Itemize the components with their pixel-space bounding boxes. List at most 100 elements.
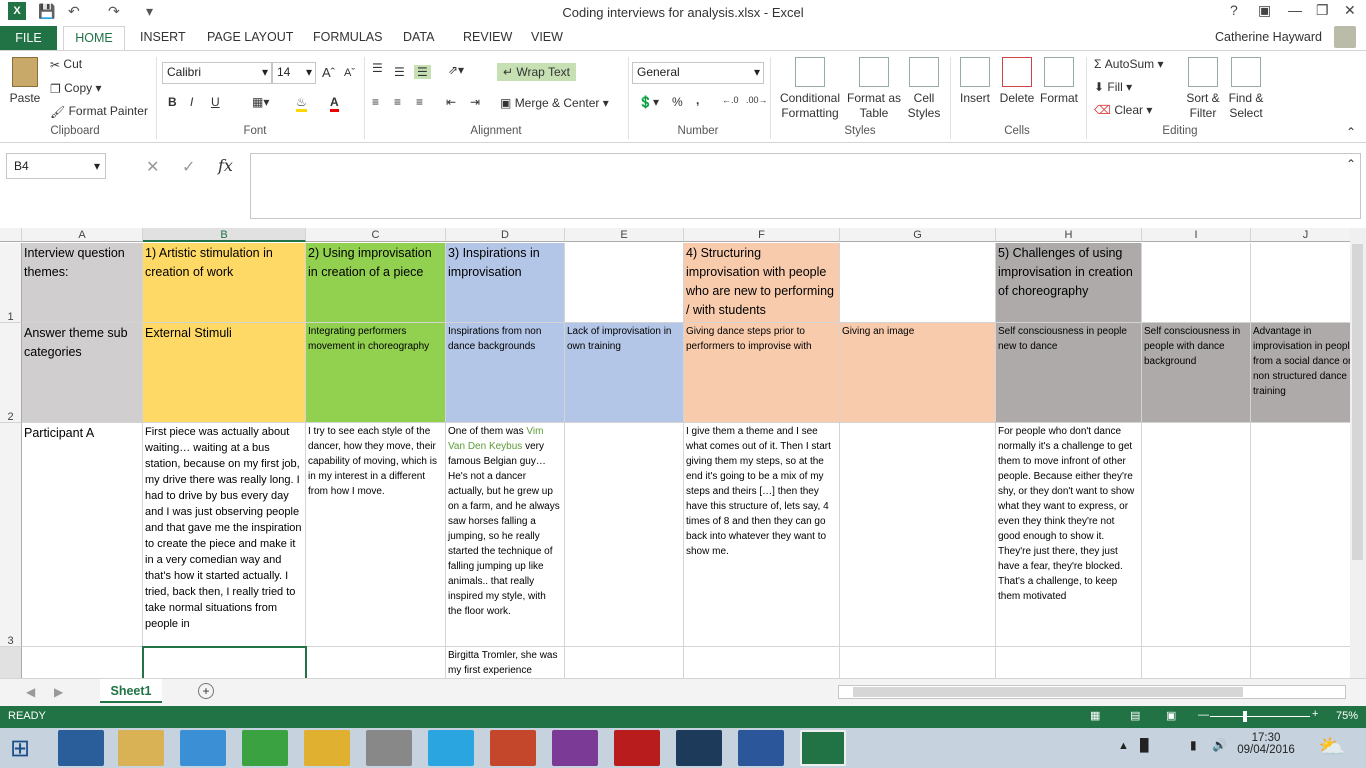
tab-view[interactable]: VIEW [531, 30, 563, 44]
cell-j2[interactable]: Advantage in improvisation in people fro… [1251, 323, 1350, 423]
tab-page-layout[interactable]: PAGE LAYOUT [207, 30, 293, 44]
normal-view-icon[interactable]: ▦ [1090, 709, 1100, 722]
bold-button[interactable]: B [168, 95, 177, 109]
movie-maker-icon[interactable] [676, 730, 722, 766]
user-name[interactable]: Catherine Hayward [1215, 30, 1322, 44]
signal-icon[interactable]: ▮ [1190, 738, 1197, 752]
cell-f1[interactable]: 4) Structuring improvisation with people… [684, 243, 840, 323]
cell-d3[interactable]: One of them was Vim Van Den Keybus very … [446, 423, 565, 647]
chrome-icon[interactable] [304, 730, 350, 766]
increase-indent-icon[interactable]: ⇥ [470, 95, 480, 109]
help-icon[interactable]: ? [1230, 2, 1238, 18]
row-header[interactable]: 2 [0, 323, 22, 423]
fill-color-icon[interactable]: ♨ [296, 95, 307, 112]
cell-f4[interactable] [684, 647, 840, 678]
tab-review[interactable]: REVIEW [463, 30, 512, 44]
tab-data[interactable]: DATA [403, 30, 434, 44]
column-header[interactable]: H [996, 228, 1142, 242]
increase-decimal-icon[interactable]: ←.0 [722, 95, 739, 105]
tab-home[interactable]: HOME [63, 26, 125, 51]
zoom-level[interactable]: 75% [1336, 710, 1358, 722]
horizontal-scrollbar[interactable] [838, 685, 1346, 699]
column-header[interactable]: A [22, 228, 143, 242]
clear-button[interactable]: ⌫ Clear ▾ [1094, 103, 1152, 117]
font-size-select[interactable]: 14 ▾ [272, 62, 316, 84]
scroll-thumb[interactable] [853, 687, 1243, 697]
cell-e4[interactable] [565, 647, 684, 678]
cell-i4[interactable] [1142, 647, 1251, 678]
restore-icon[interactable]: ❐ [1316, 2, 1329, 19]
orientation-icon[interactable]: ⇗▾ [448, 63, 464, 77]
shrink-font-icon[interactable]: Aˇ [344, 67, 355, 79]
cell-a1[interactable]: Interview question themes: [22, 243, 143, 323]
cell-h1[interactable]: 5) Challenges of using improvisation in … [996, 243, 1142, 323]
cell-g2[interactable]: Giving an image [840, 323, 996, 423]
scroll-thumb[interactable] [1352, 244, 1363, 560]
lenovo-icon[interactable] [58, 730, 104, 766]
cell-b1[interactable]: 1) Artistic stimulation in creation of w… [143, 243, 306, 323]
cell-e1[interactable] [565, 243, 684, 323]
weather-icon[interactable]: ⛅ [1318, 734, 1345, 760]
tab-file[interactable]: FILE [0, 26, 57, 50]
zoom-out-icon[interactable]: — [1198, 709, 1209, 721]
close-icon[interactable]: ✕ [1344, 2, 1356, 19]
font-name-select[interactable]: Calibri ▾ [162, 62, 272, 84]
network-icon[interactable]: █ [1140, 738, 1149, 752]
tab-formulas[interactable]: FORMULAS [313, 30, 382, 44]
cell-g4[interactable] [840, 647, 996, 678]
next-sheet-icon[interactable]: ▶ [54, 685, 63, 699]
cell-i1[interactable] [1142, 243, 1251, 323]
column-header[interactable]: G [840, 228, 996, 242]
cell-b2[interactable]: External Stimuli [143, 323, 306, 423]
find-select-button[interactable]: Find & Select [1224, 57, 1268, 121]
column-header[interactable]: B [143, 228, 306, 242]
confirm-entry-icon[interactable]: ✓ [182, 157, 195, 177]
column-header[interactable]: F [684, 228, 840, 242]
decrease-decimal-icon[interactable]: .00→ [746, 95, 768, 105]
sort-filter-button[interactable]: Sort & Filter [1182, 57, 1224, 121]
insert-function-button[interactable]: fx [218, 156, 233, 175]
page-layout-view-icon[interactable]: ▤ [1130, 709, 1140, 722]
cell-h3[interactable]: For people who don't dance normally it's… [996, 423, 1142, 647]
fill-button[interactable]: ⬇ Fill ▾ [1094, 80, 1132, 94]
cell-h2[interactable]: Self consciousness in people new to danc… [996, 323, 1142, 423]
column-header[interactable]: I [1142, 228, 1251, 242]
name-box[interactable]: B4 ▾ [6, 153, 106, 179]
grow-font-icon[interactable]: Aˆ [322, 65, 335, 80]
cancel-entry-icon[interactable]: ✕ [146, 157, 159, 177]
minimize-icon[interactable]: — [1288, 2, 1302, 18]
format-painter-button[interactable]: 🖌 Format Painter [50, 104, 148, 119]
expand-formula-icon[interactable]: ⌃ [1346, 157, 1356, 171]
clock[interactable]: 17:30 09/04/2016 [1236, 732, 1296, 756]
conditional-formatting-button[interactable]: Conditional Formatting [776, 57, 844, 121]
align-bottom-icon[interactable]: ☰ [414, 65, 431, 79]
paste-button[interactable]: Paste [6, 57, 44, 106]
cell-j1[interactable] [1251, 243, 1350, 323]
wrap-text-button[interactable]: ↵ Wrap Text [497, 63, 576, 81]
row-header[interactable]: 1 [0, 243, 22, 323]
column-header[interactable]: C [306, 228, 446, 242]
italic-button[interactable]: I [190, 95, 193, 109]
prev-sheet-icon[interactable]: ◀ [26, 685, 35, 699]
collapse-ribbon-icon[interactable]: ⌃ [1346, 125, 1356, 139]
cell-b4-selected[interactable] [142, 646, 307, 678]
ribbon-display-icon[interactable]: ▣ [1258, 2, 1271, 19]
app-icon[interactable] [366, 730, 412, 766]
vertical-scrollbar[interactable] [1350, 228, 1366, 678]
volume-icon[interactable]: 🔊 [1212, 738, 1227, 752]
worksheet-grid[interactable]: A B C D E F G H I J 1 2 3 Interview ques… [0, 228, 1350, 678]
select-all-corner[interactable] [0, 228, 22, 242]
column-header[interactable]: D [446, 228, 565, 242]
comma-button[interactable]: , [696, 93, 699, 107]
align-center-icon[interactable]: ≡ [394, 95, 401, 109]
align-top-icon[interactable]: ☰ [372, 61, 383, 75]
powerpoint-icon[interactable] [490, 730, 536, 766]
merge-center-button[interactable]: ▣ Merge & Center ▾ [500, 96, 609, 110]
cell-styles-button[interactable]: Cell Styles [904, 57, 944, 121]
underline-button[interactable]: U [211, 95, 220, 109]
number-format-select[interactable]: General ▾ [632, 62, 764, 84]
column-header[interactable]: E [565, 228, 684, 242]
insert-cells-button[interactable]: Insert [956, 57, 994, 106]
zoom-slider[interactable] [1210, 716, 1310, 717]
excel-taskbar-icon[interactable] [800, 730, 846, 766]
